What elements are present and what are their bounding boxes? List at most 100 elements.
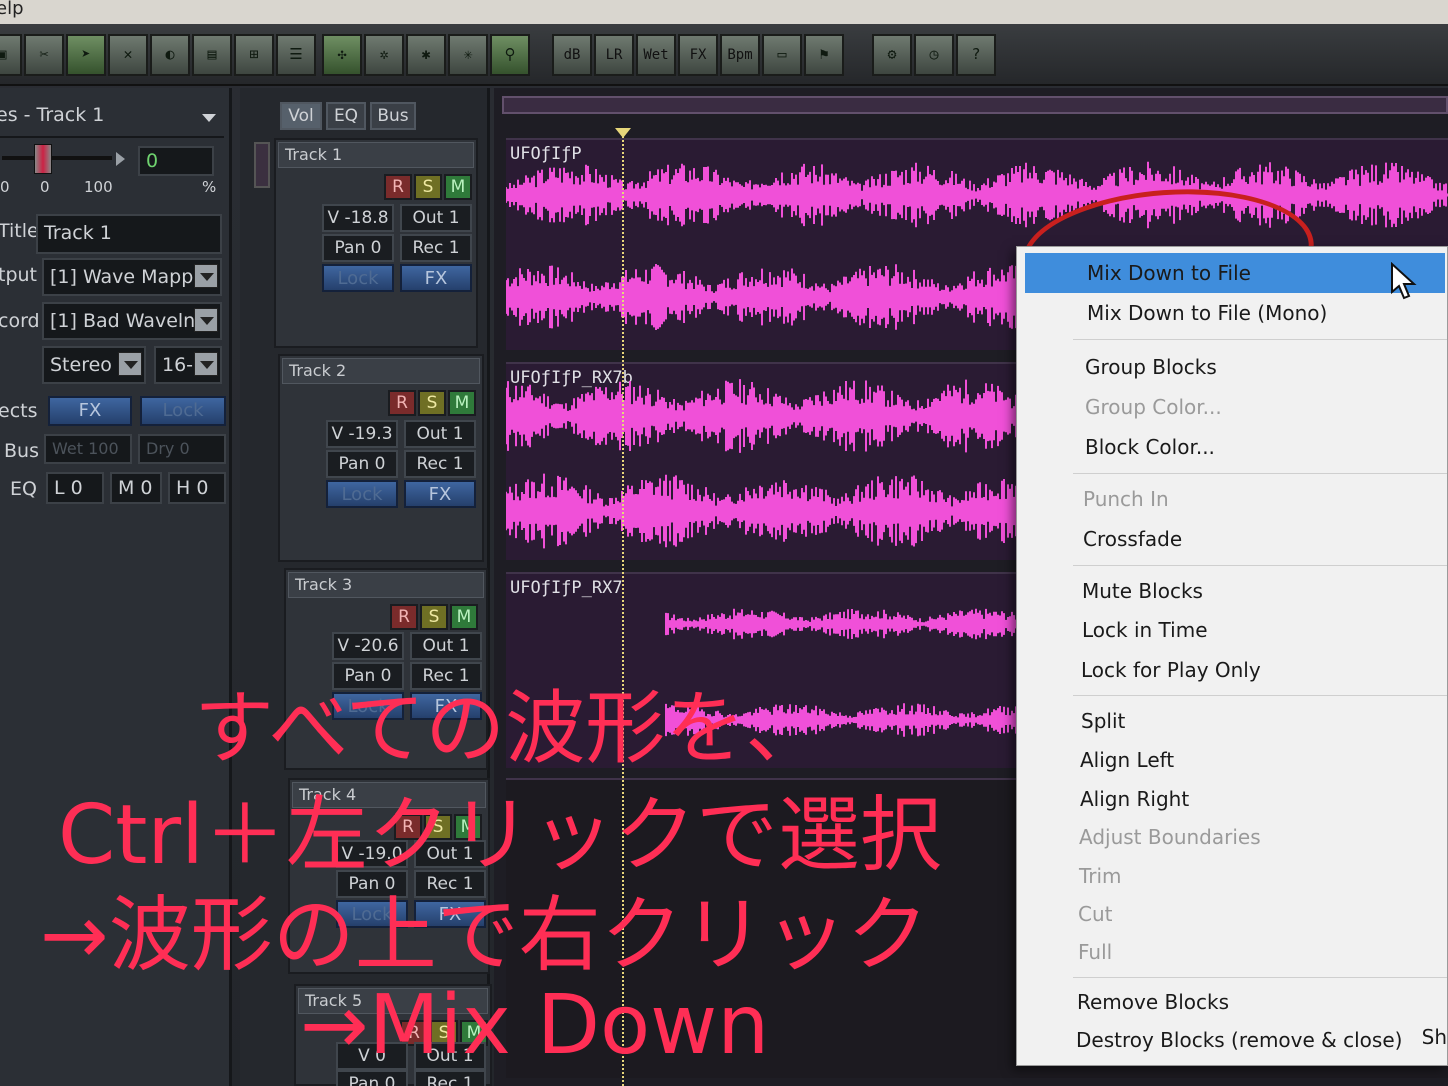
title-label: Title — [0, 220, 39, 242]
menu-help-fragment[interactable]: elp — [0, 0, 24, 19]
menu-item-mix-down-to-file-mono[interactable]: Mix Down to File (Mono) — [1087, 301, 1327, 325]
bits-select-value: 16- — [162, 354, 194, 376]
playhead-marker[interactable] — [615, 128, 631, 138]
loop-region-icon[interactable]: ▭ — [762, 34, 802, 76]
title-field[interactable]: Track 1 — [36, 214, 222, 254]
volume-slider-track[interactable] — [2, 156, 112, 160]
volume-field[interactable]: V -19.3 — [326, 420, 398, 448]
record-input-field[interactable]: Rec 1 — [400, 234, 472, 262]
menu-item-mute-blocks[interactable]: Mute Blocks — [1082, 579, 1203, 603]
track-color-swatch[interactable] — [254, 142, 270, 188]
eq-mid-field[interactable]: M 0 — [110, 472, 162, 504]
meter-icon[interactable]: ▤ — [192, 34, 232, 76]
menu-shortcut-hint: Sh — [1421, 1025, 1447, 1049]
zoom-snap-icon[interactable]: ✱ — [406, 34, 446, 76]
scale-percent: % — [202, 178, 217, 196]
eq-low-field[interactable]: L 0 — [46, 472, 104, 504]
pan-field[interactable]: Pan 0 — [326, 450, 398, 478]
bpm-button[interactable]: Bpm — [720, 34, 760, 76]
record-input-field[interactable]: Rec 1 — [404, 450, 476, 478]
menu-item-mix-down-to-file[interactable]: Mix Down to File — [1087, 261, 1251, 285]
solo-button[interactable]: S — [418, 390, 446, 416]
menu-item-align-left[interactable]: Align Left — [1080, 748, 1174, 772]
fx-button[interactable]: FX — [400, 264, 472, 292]
mute-button[interactable]: M — [448, 390, 476, 416]
loop-icon[interactable]: ✲ — [364, 34, 404, 76]
output-field[interactable]: Out 1 — [400, 204, 472, 232]
settings-icon[interactable]: ⚙ — [872, 34, 912, 76]
time-ruler[interactable] — [502, 96, 1448, 114]
menu-item-cut[interactable]: Cut — [1078, 902, 1112, 926]
bus-dry-field[interactable]: Dry 0 — [138, 434, 226, 464]
menu-item-block-color[interactable]: Block Color... — [1085, 435, 1215, 459]
db-icon[interactable]: dB — [552, 34, 592, 76]
track-name[interactable]: Track 1 — [278, 142, 474, 168]
volume-field[interactable]: V -20.6 — [332, 632, 404, 660]
output-field[interactable]: Out 1 — [404, 420, 476, 448]
cross-icon[interactable]: ✕ — [108, 34, 148, 76]
solo-button[interactable]: S — [414, 174, 442, 200]
menu-item-lock-for-play-only[interactable]: Lock for Play Only — [1081, 658, 1261, 682]
grid-icon[interactable]: ✳ — [448, 34, 488, 76]
bus-wet-field[interactable]: Wet 100 — [44, 434, 132, 464]
record-dropdown-icon[interactable] — [194, 308, 218, 332]
track-name[interactable]: Track 2 — [282, 358, 480, 384]
menu-item-punch-in[interactable]: Punch In — [1083, 487, 1169, 511]
track-name[interactable]: Track 3 — [288, 572, 484, 598]
volume-slider-thumb[interactable] — [34, 144, 52, 174]
wet-button[interactable]: Wet — [636, 34, 676, 76]
solo-button[interactable]: S — [420, 604, 448, 630]
menu-separator — [1073, 565, 1447, 566]
play-arrow-icon[interactable] — [116, 152, 125, 166]
mute-button[interactable]: M — [444, 174, 472, 200]
lr-icon[interactable]: LR — [594, 34, 634, 76]
metronome-icon[interactable]: ◷ — [914, 34, 954, 76]
record-arm-button[interactable]: R — [384, 174, 412, 200]
marker-icon[interactable]: ⚑ — [804, 34, 844, 76]
tab-vol[interactable]: Vol — [280, 102, 322, 130]
menu-item-adjust-boundaries[interactable]: Adjust Boundaries — [1079, 825, 1261, 849]
open-icon[interactable]: ▣ — [0, 34, 22, 76]
menu-item-full[interactable]: Full — [1078, 940, 1112, 964]
volume-value-box[interactable]: 0 — [138, 146, 214, 176]
lock-button[interactable]: Lock — [322, 264, 394, 292]
fx-button[interactable]: FX — [404, 480, 476, 508]
volume-field[interactable]: V -18.8 — [322, 204, 394, 232]
fx-toolbar-button[interactable]: FX — [678, 34, 718, 76]
eq-high-field[interactable]: H 0 — [168, 472, 226, 504]
menu-item-destroy-blocks[interactable]: Destroy Blocks (remove & close) — [1076, 1028, 1402, 1052]
menu-item-crossfade[interactable]: Crossfade — [1083, 527, 1182, 551]
channels-dropdown-icon[interactable] — [118, 352, 142, 376]
knob-icon[interactable]: ◐ — [150, 34, 190, 76]
menu-item-align-right[interactable]: Align Right — [1080, 787, 1189, 811]
menu-item-group-blocks[interactable]: Group Blocks — [1085, 355, 1217, 379]
tracks-icon[interactable]: ☰ — [276, 34, 316, 76]
pan-field[interactable]: Pan 0 — [322, 234, 394, 262]
menu-separator — [1073, 977, 1447, 978]
search-icon[interactable]: ⚲ — [490, 34, 530, 76]
bits-dropdown-icon[interactable] — [194, 352, 218, 376]
record-grid-icon[interactable]: ⊞ — [234, 34, 274, 76]
record-arm-button[interactable]: R — [388, 390, 416, 416]
panel-title[interactable]: es - Track 1 — [0, 104, 224, 138]
output-label: tput — [0, 264, 38, 286]
help-icon[interactable]: ? — [956, 34, 996, 76]
scissors-icon[interactable]: ✂ — [24, 34, 64, 76]
forward-icon[interactable]: ➤ — [66, 34, 106, 76]
output-dropdown-icon[interactable] — [194, 264, 218, 288]
menu-item-split[interactable]: Split — [1081, 709, 1125, 733]
effects-lock-button[interactable]: Lock — [140, 396, 226, 426]
record-arm-button[interactable]: R — [390, 604, 418, 630]
effects-fx-button[interactable]: FX — [48, 396, 132, 426]
lock-button[interactable]: Lock — [326, 480, 398, 508]
mute-button[interactable]: M — [450, 604, 478, 630]
menu-item-lock-in-time[interactable]: Lock in Time — [1082, 618, 1208, 642]
tab-bus[interactable]: Bus — [370, 102, 416, 130]
menu-item-group-color[interactable]: Group Color... — [1085, 395, 1222, 419]
snap-icon[interactable]: ✣ — [322, 34, 362, 76]
menu-item-remove-blocks[interactable]: Remove Blocks — [1077, 990, 1229, 1014]
toolbar: ▣ ✂ ➤ ✕ ◐ ▤ ⊞ ☰ ✣ ✲ ✱ ✳ ⚲ dB LR Wet FX B… — [0, 24, 1448, 86]
output-field[interactable]: Out 1 — [410, 632, 482, 660]
menu-item-trim[interactable]: Trim — [1079, 864, 1122, 888]
tab-eq[interactable]: EQ — [326, 102, 366, 130]
